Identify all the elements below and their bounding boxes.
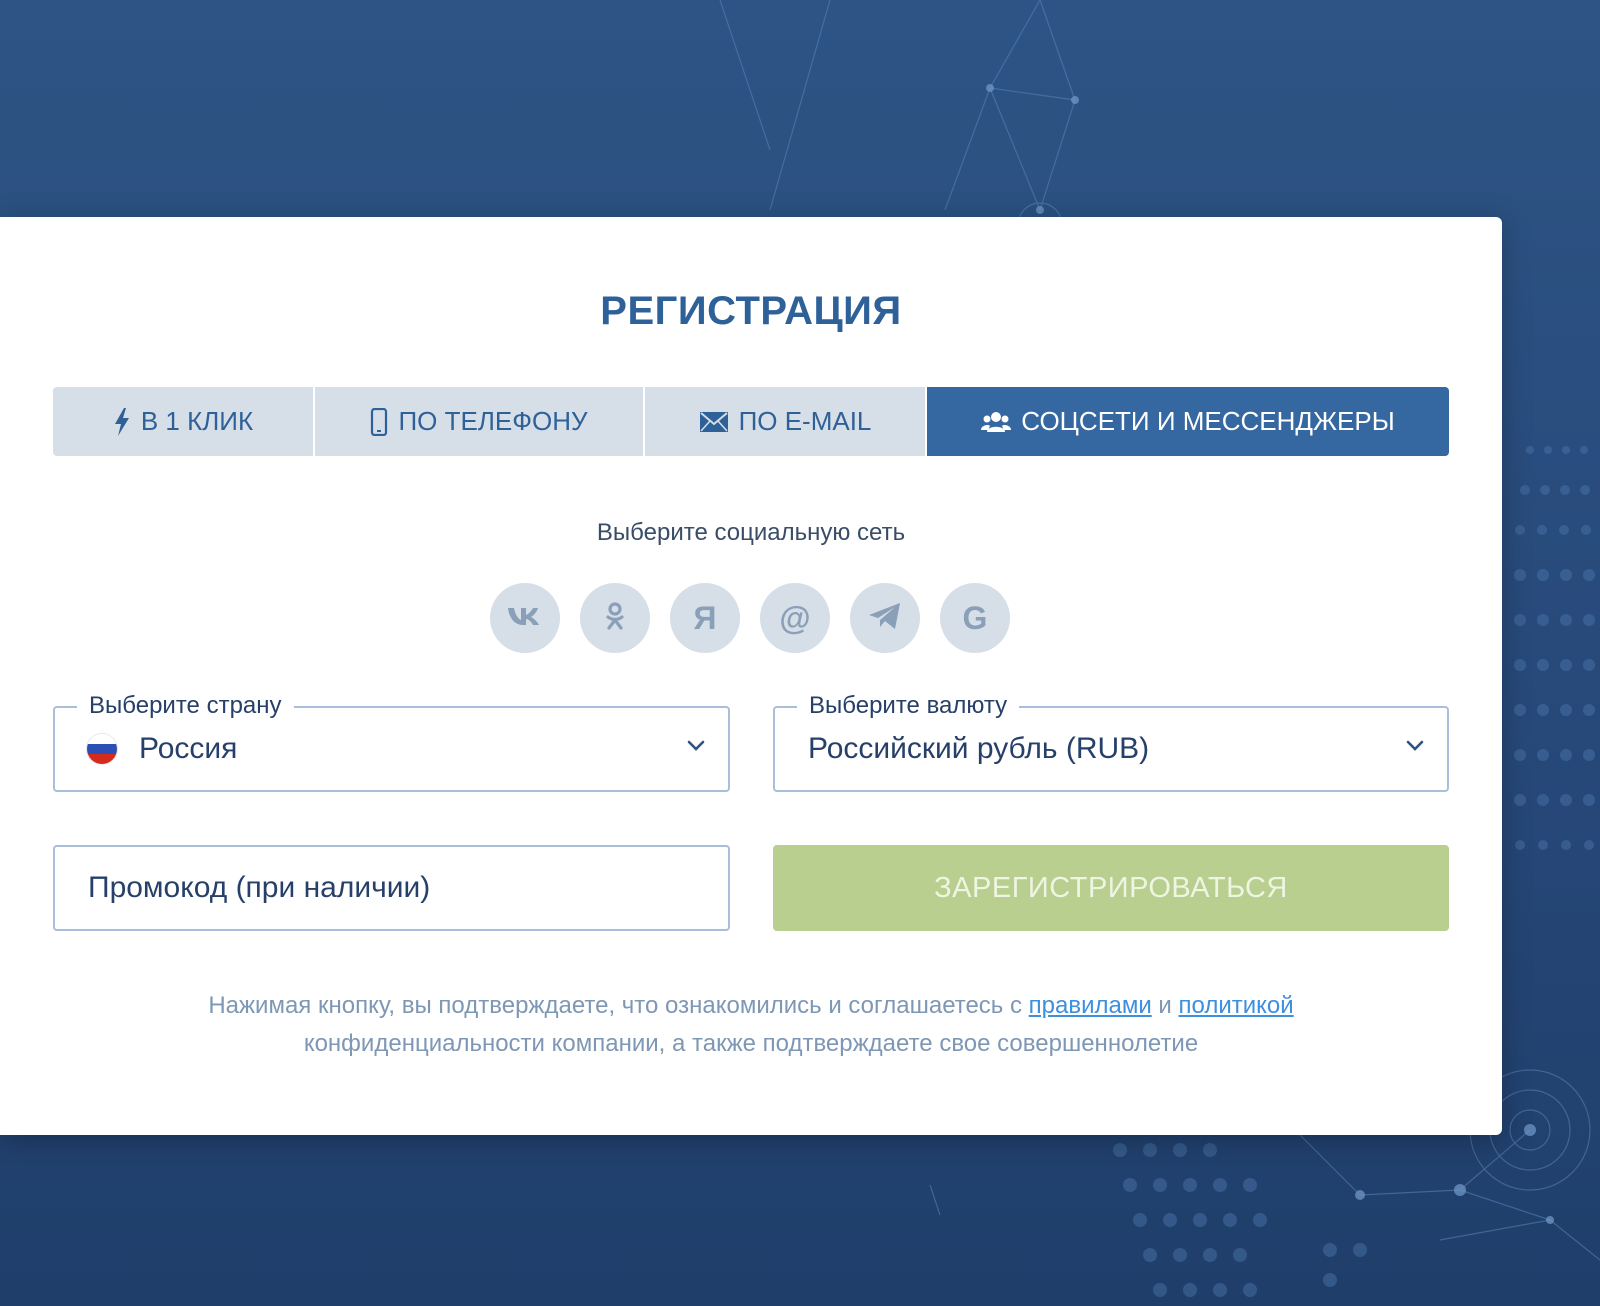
legal-text-start: Нажимая кнопку, вы подтверждаете, что оз… — [208, 992, 1029, 1019]
privacy-policy-link[interactable]: политикой — [1179, 992, 1294, 1019]
register-button[interactable]: ЗАРЕГИСТРИРОВАТЬСЯ — [773, 845, 1449, 931]
social-network-prompt: Выберите социальную сеть — [596, 519, 906, 546]
legal-text-end: конфиденциальности компании, а также под… — [303, 1030, 1199, 1057]
legal-disclaimer: Нажимая кнопку, вы подтверждаете, что оз… — [100, 987, 1402, 1063]
google-button[interactable]: G — [940, 583, 1010, 653]
russia-flag-icon — [87, 734, 117, 764]
mail-ru-button[interactable]: @ — [760, 583, 830, 653]
vk-icon — [506, 605, 544, 632]
registration-method-tabs: В 1 КЛИК ПО ТЕЛЕФОНУ ПО E-MAIL СОЦСЕТИ И… — [53, 387, 1449, 456]
currency-select-value: Российский рубль (RUB) — [808, 732, 1150, 765]
tab-one-click[interactable]: В 1 КЛИК — [53, 387, 315, 456]
rules-link[interactable]: правилами — [1029, 992, 1152, 1019]
telegram-button[interactable] — [850, 583, 920, 653]
envelope-icon — [699, 411, 729, 433]
tab-phone[interactable]: ПО ТЕЛЕФОНУ — [315, 387, 645, 456]
yandex-button[interactable]: Я — [670, 583, 740, 653]
country-select[interactable]: Выберите страну Россия — [53, 691, 730, 792]
promo-code-input[interactable] — [55, 847, 728, 929]
chevron-down-icon — [686, 739, 706, 758]
social-network-list: Я @ G — [490, 583, 1010, 653]
lightning-icon — [113, 407, 131, 436]
users-icon — [981, 410, 1012, 434]
tab-social-messengers[interactable]: СОЦСЕТИ И МЕССЕНДЖЕРЫ — [927, 387, 1449, 456]
legal-text-and: и — [1151, 992, 1179, 1019]
odnoklassniki-icon — [605, 601, 625, 636]
chevron-down-icon — [1405, 739, 1425, 758]
odnoklassniki-button[interactable] — [580, 583, 650, 653]
vk-button[interactable] — [490, 583, 560, 653]
tab-label: ПО ТЕЛЕФОНУ — [398, 406, 588, 436]
yandex-icon: Я — [693, 599, 717, 636]
currency-select[interactable]: Выберите валюту Российский рубль (RUB) — [773, 691, 1449, 792]
google-icon: G — [962, 599, 988, 636]
mail-ru-icon: @ — [779, 599, 811, 636]
phone-icon — [370, 407, 388, 436]
tab-label: ПО E-MAIL — [738, 406, 872, 436]
promo-code-field — [53, 845, 730, 931]
registration-modal: РЕГИСТРАЦИЯ В 1 КЛИК ПО ТЕЛЕФОНУ ПО E-MA… — [0, 217, 1502, 1135]
modal-title: РЕГИСТРАЦИЯ — [600, 289, 902, 333]
tab-email[interactable]: ПО E-MAIL — [645, 387, 927, 456]
tab-label: СОЦСЕТИ И МЕССЕНДЖЕРЫ — [1021, 406, 1395, 436]
tab-label: В 1 КЛИК — [140, 406, 254, 436]
telegram-icon — [868, 602, 902, 635]
country-select-value: Россия — [139, 732, 238, 765]
